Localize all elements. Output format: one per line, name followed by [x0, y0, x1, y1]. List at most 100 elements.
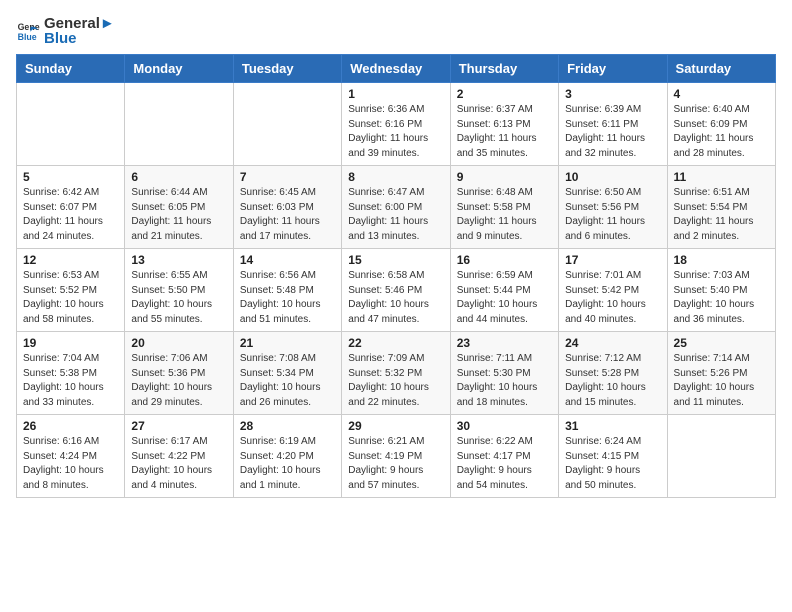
day-info: Sunrise: 6:44 AM Sunset: 6:05 PM Dayligh… — [131, 186, 226, 244]
day-cell: 24 Sunrise: 7:12 AM Sunset: 5:28 PM Dayli… — [559, 332, 667, 415]
day-cell — [667, 415, 775, 498]
day-number: 6 — [131, 170, 226, 184]
day-number: 12 — [23, 253, 118, 267]
day-number: 25 — [674, 336, 769, 350]
weekday-header-friday: Friday — [559, 55, 667, 83]
day-info: Sunrise: 6:56 AM Sunset: 5:48 PM Dayligh… — [240, 269, 335, 327]
day-cell: 12 Sunrise: 6:53 AM Sunset: 5:52 PM Dayli… — [17, 249, 125, 332]
day-info: Sunrise: 7:01 AM Sunset: 5:42 PM Dayligh… — [565, 269, 660, 327]
day-cell: 10Sunrise: 6:50 AM Sunset: 5:56 PM Dayli… — [559, 166, 667, 249]
header: General Blue General► Blue — [16, 16, 776, 46]
day-info: Sunrise: 6:59 AM Sunset: 5:44 PM Dayligh… — [457, 269, 552, 327]
day-number: 1 — [348, 87, 443, 101]
day-cell: 22 Sunrise: 7:09 AM Sunset: 5:32 PM Dayli… — [342, 332, 450, 415]
day-number: 31 — [565, 419, 660, 433]
day-number: 14 — [240, 253, 335, 267]
day-cell: 29 Sunrise: 6:21 AM Sunset: 4:19 PM Dayli… — [342, 415, 450, 498]
day-number: 13 — [131, 253, 226, 267]
week-row-3: 12 Sunrise: 6:53 AM Sunset: 5:52 PM Dayli… — [17, 249, 776, 332]
day-number: 3 — [565, 87, 660, 101]
day-cell: 7 Sunrise: 6:45 AM Sunset: 6:03 PM Daylig… — [233, 166, 341, 249]
day-cell: 6 Sunrise: 6:44 AM Sunset: 6:05 PM Daylig… — [125, 166, 233, 249]
day-number: 4 — [674, 87, 769, 101]
day-cell: 3Sunrise: 6:39 AM Sunset: 6:11 PM Daylig… — [559, 83, 667, 166]
day-info: Sunrise: 6:24 AM Sunset: 4:15 PM Dayligh… — [565, 435, 660, 493]
week-row-1: 1Sunrise: 6:36 AM Sunset: 6:16 PM Daylig… — [17, 83, 776, 166]
week-row-4: 19 Sunrise: 7:04 AM Sunset: 5:38 PM Dayli… — [17, 332, 776, 415]
logo-icon: General Blue — [16, 19, 40, 43]
day-cell: 5 Sunrise: 6:42 AM Sunset: 6:07 PM Daylig… — [17, 166, 125, 249]
day-info: Sunrise: 7:12 AM Sunset: 5:28 PM Dayligh… — [565, 352, 660, 410]
week-row-2: 5 Sunrise: 6:42 AM Sunset: 6:07 PM Daylig… — [17, 166, 776, 249]
day-info: Sunrise: 6:22 AM Sunset: 4:17 PM Dayligh… — [457, 435, 552, 493]
day-cell: 2 Sunrise: 6:37 AM Sunset: 6:13 PM Daylig… — [450, 83, 558, 166]
day-number: 20 — [131, 336, 226, 350]
day-cell — [233, 83, 341, 166]
day-info: Sunrise: 6:55 AM Sunset: 5:50 PM Dayligh… — [131, 269, 226, 327]
day-info: Sunrise: 6:48 AM Sunset: 5:58 PM Dayligh… — [457, 186, 552, 244]
day-cell: 16 Sunrise: 6:59 AM Sunset: 5:44 PM Dayli… — [450, 249, 558, 332]
day-number: 28 — [240, 419, 335, 433]
day-info: Sunrise: 6:42 AM Sunset: 6:07 PM Dayligh… — [23, 186, 118, 244]
day-number: 27 — [131, 419, 226, 433]
day-number: 11 — [674, 170, 769, 184]
day-cell: 27 Sunrise: 6:17 AM Sunset: 4:22 PM Dayli… — [125, 415, 233, 498]
day-cell: 28 Sunrise: 6:19 AM Sunset: 4:20 PM Dayli… — [233, 415, 341, 498]
logo-general-text: General► — [44, 16, 115, 31]
day-cell: 23 Sunrise: 7:11 AM Sunset: 5:30 PM Dayli… — [450, 332, 558, 415]
day-number: 10 — [565, 170, 660, 184]
svg-text:General: General — [18, 22, 40, 32]
day-number: 7 — [240, 170, 335, 184]
day-number: 22 — [348, 336, 443, 350]
day-number: 24 — [565, 336, 660, 350]
day-info: Sunrise: 7:11 AM Sunset: 5:30 PM Dayligh… — [457, 352, 552, 410]
day-info: Sunrise: 6:21 AM Sunset: 4:19 PM Dayligh… — [348, 435, 443, 493]
day-info: Sunrise: 7:06 AM Sunset: 5:36 PM Dayligh… — [131, 352, 226, 410]
day-cell: 1Sunrise: 6:36 AM Sunset: 6:16 PM Daylig… — [342, 83, 450, 166]
weekday-header-monday: Monday — [125, 55, 233, 83]
week-row-5: 26Sunrise: 6:16 AM Sunset: 4:24 PM Dayli… — [17, 415, 776, 498]
day-number: 9 — [457, 170, 552, 184]
day-info: Sunrise: 6:53 AM Sunset: 5:52 PM Dayligh… — [23, 269, 118, 327]
logo-blue-text: Blue — [44, 31, 115, 46]
day-info: Sunrise: 6:37 AM Sunset: 6:13 PM Dayligh… — [457, 103, 552, 161]
day-info: Sunrise: 6:16 AM Sunset: 4:24 PM Dayligh… — [23, 435, 118, 493]
calendar: SundayMondayTuesdayWednesdayThursdayFrid… — [16, 54, 776, 498]
day-number: 16 — [457, 253, 552, 267]
weekday-header-sunday: Sunday — [17, 55, 125, 83]
day-cell: 25 Sunrise: 7:14 AM Sunset: 5:26 PM Dayli… — [667, 332, 775, 415]
svg-text:Blue: Blue — [18, 32, 37, 42]
day-cell: 21Sunrise: 7:08 AM Sunset: 5:34 PM Dayli… — [233, 332, 341, 415]
day-number: 30 — [457, 419, 552, 433]
day-info: Sunrise: 7:09 AM Sunset: 5:32 PM Dayligh… — [348, 352, 443, 410]
day-cell — [125, 83, 233, 166]
day-info: Sunrise: 7:03 AM Sunset: 5:40 PM Dayligh… — [674, 269, 769, 327]
day-number: 19 — [23, 336, 118, 350]
day-info: Sunrise: 6:19 AM Sunset: 4:20 PM Dayligh… — [240, 435, 335, 493]
day-number: 5 — [23, 170, 118, 184]
day-number: 2 — [457, 87, 552, 101]
day-cell: 15Sunrise: 6:58 AM Sunset: 5:46 PM Dayli… — [342, 249, 450, 332]
day-cell: 13 Sunrise: 6:55 AM Sunset: 5:50 PM Dayli… — [125, 249, 233, 332]
day-number: 15 — [348, 253, 443, 267]
day-number: 29 — [348, 419, 443, 433]
day-cell: 11 Sunrise: 6:51 AM Sunset: 5:54 PM Dayli… — [667, 166, 775, 249]
day-number: 23 — [457, 336, 552, 350]
weekday-header-saturday: Saturday — [667, 55, 775, 83]
weekday-header-wednesday: Wednesday — [342, 55, 450, 83]
day-cell: 17 Sunrise: 7:01 AM Sunset: 5:42 PM Dayli… — [559, 249, 667, 332]
day-info: Sunrise: 6:45 AM Sunset: 6:03 PM Dayligh… — [240, 186, 335, 244]
day-cell: 31 Sunrise: 6:24 AM Sunset: 4:15 PM Dayli… — [559, 415, 667, 498]
day-info: Sunrise: 7:14 AM Sunset: 5:26 PM Dayligh… — [674, 352, 769, 410]
day-cell: 26Sunrise: 6:16 AM Sunset: 4:24 PM Dayli… — [17, 415, 125, 498]
day-cell: 20 Sunrise: 7:06 AM Sunset: 5:36 PM Dayli… — [125, 332, 233, 415]
day-cell: 14 Sunrise: 6:56 AM Sunset: 5:48 PM Dayli… — [233, 249, 341, 332]
day-cell: 4Sunrise: 6:40 AM Sunset: 6:09 PM Daylig… — [667, 83, 775, 166]
day-cell: 19 Sunrise: 7:04 AM Sunset: 5:38 PM Dayli… — [17, 332, 125, 415]
day-info: Sunrise: 7:08 AM Sunset: 5:34 PM Dayligh… — [240, 352, 335, 410]
weekday-header-row: SundayMondayTuesdayWednesdayThursdayFrid… — [17, 55, 776, 83]
day-info: Sunrise: 6:17 AM Sunset: 4:22 PM Dayligh… — [131, 435, 226, 493]
day-info: Sunrise: 7:04 AM Sunset: 5:38 PM Dayligh… — [23, 352, 118, 410]
day-info: Sunrise: 6:51 AM Sunset: 5:54 PM Dayligh… — [674, 186, 769, 244]
day-number: 17 — [565, 253, 660, 267]
